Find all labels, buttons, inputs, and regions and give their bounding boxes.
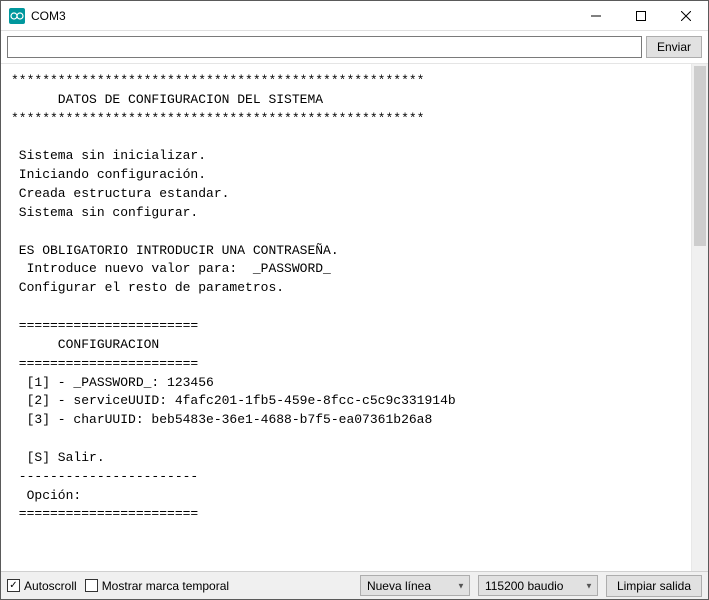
line-ending-select[interactable]: Nueva línea ▼ [360,575,470,596]
clear-output-button[interactable]: Limpiar salida [606,575,702,597]
baud-select[interactable]: 115200 baudio ▼ [478,575,598,596]
content-wrap: ****************************************… [1,64,708,571]
window-controls [573,1,708,30]
window-title: COM3 [31,9,573,23]
serial-input[interactable] [7,36,642,58]
minimize-button[interactable] [573,1,618,30]
timestamp-checkbox[interactable]: Mostrar marca temporal [85,579,229,593]
send-button[interactable]: Enviar [646,36,702,58]
autoscroll-checkbox[interactable]: ✓ Autoscroll [7,579,77,593]
chevron-down-icon: ▼ [457,581,465,590]
timestamp-label: Mostrar marca temporal [102,579,229,593]
scrollbar[interactable] [691,64,708,571]
serial-output[interactable]: ****************************************… [1,64,691,571]
chevron-down-icon: ▼ [585,581,593,590]
send-row: Enviar [1,31,708,64]
serial-monitor-window: COM3 Enviar ****************************… [0,0,709,600]
footer: ✓ Autoscroll Mostrar marca temporal Nuev… [1,571,708,599]
titlebar[interactable]: COM3 [1,1,708,31]
line-ending-value: Nueva línea [367,579,431,593]
scrollbar-thumb[interactable] [694,66,706,246]
maximize-button[interactable] [618,1,663,30]
arduino-icon [9,8,25,24]
baud-value: 115200 baudio [485,579,564,593]
checkbox-box-icon: ✓ [7,579,20,592]
close-button[interactable] [663,1,708,30]
autoscroll-label: Autoscroll [24,579,77,593]
checkbox-box-icon [85,579,98,592]
